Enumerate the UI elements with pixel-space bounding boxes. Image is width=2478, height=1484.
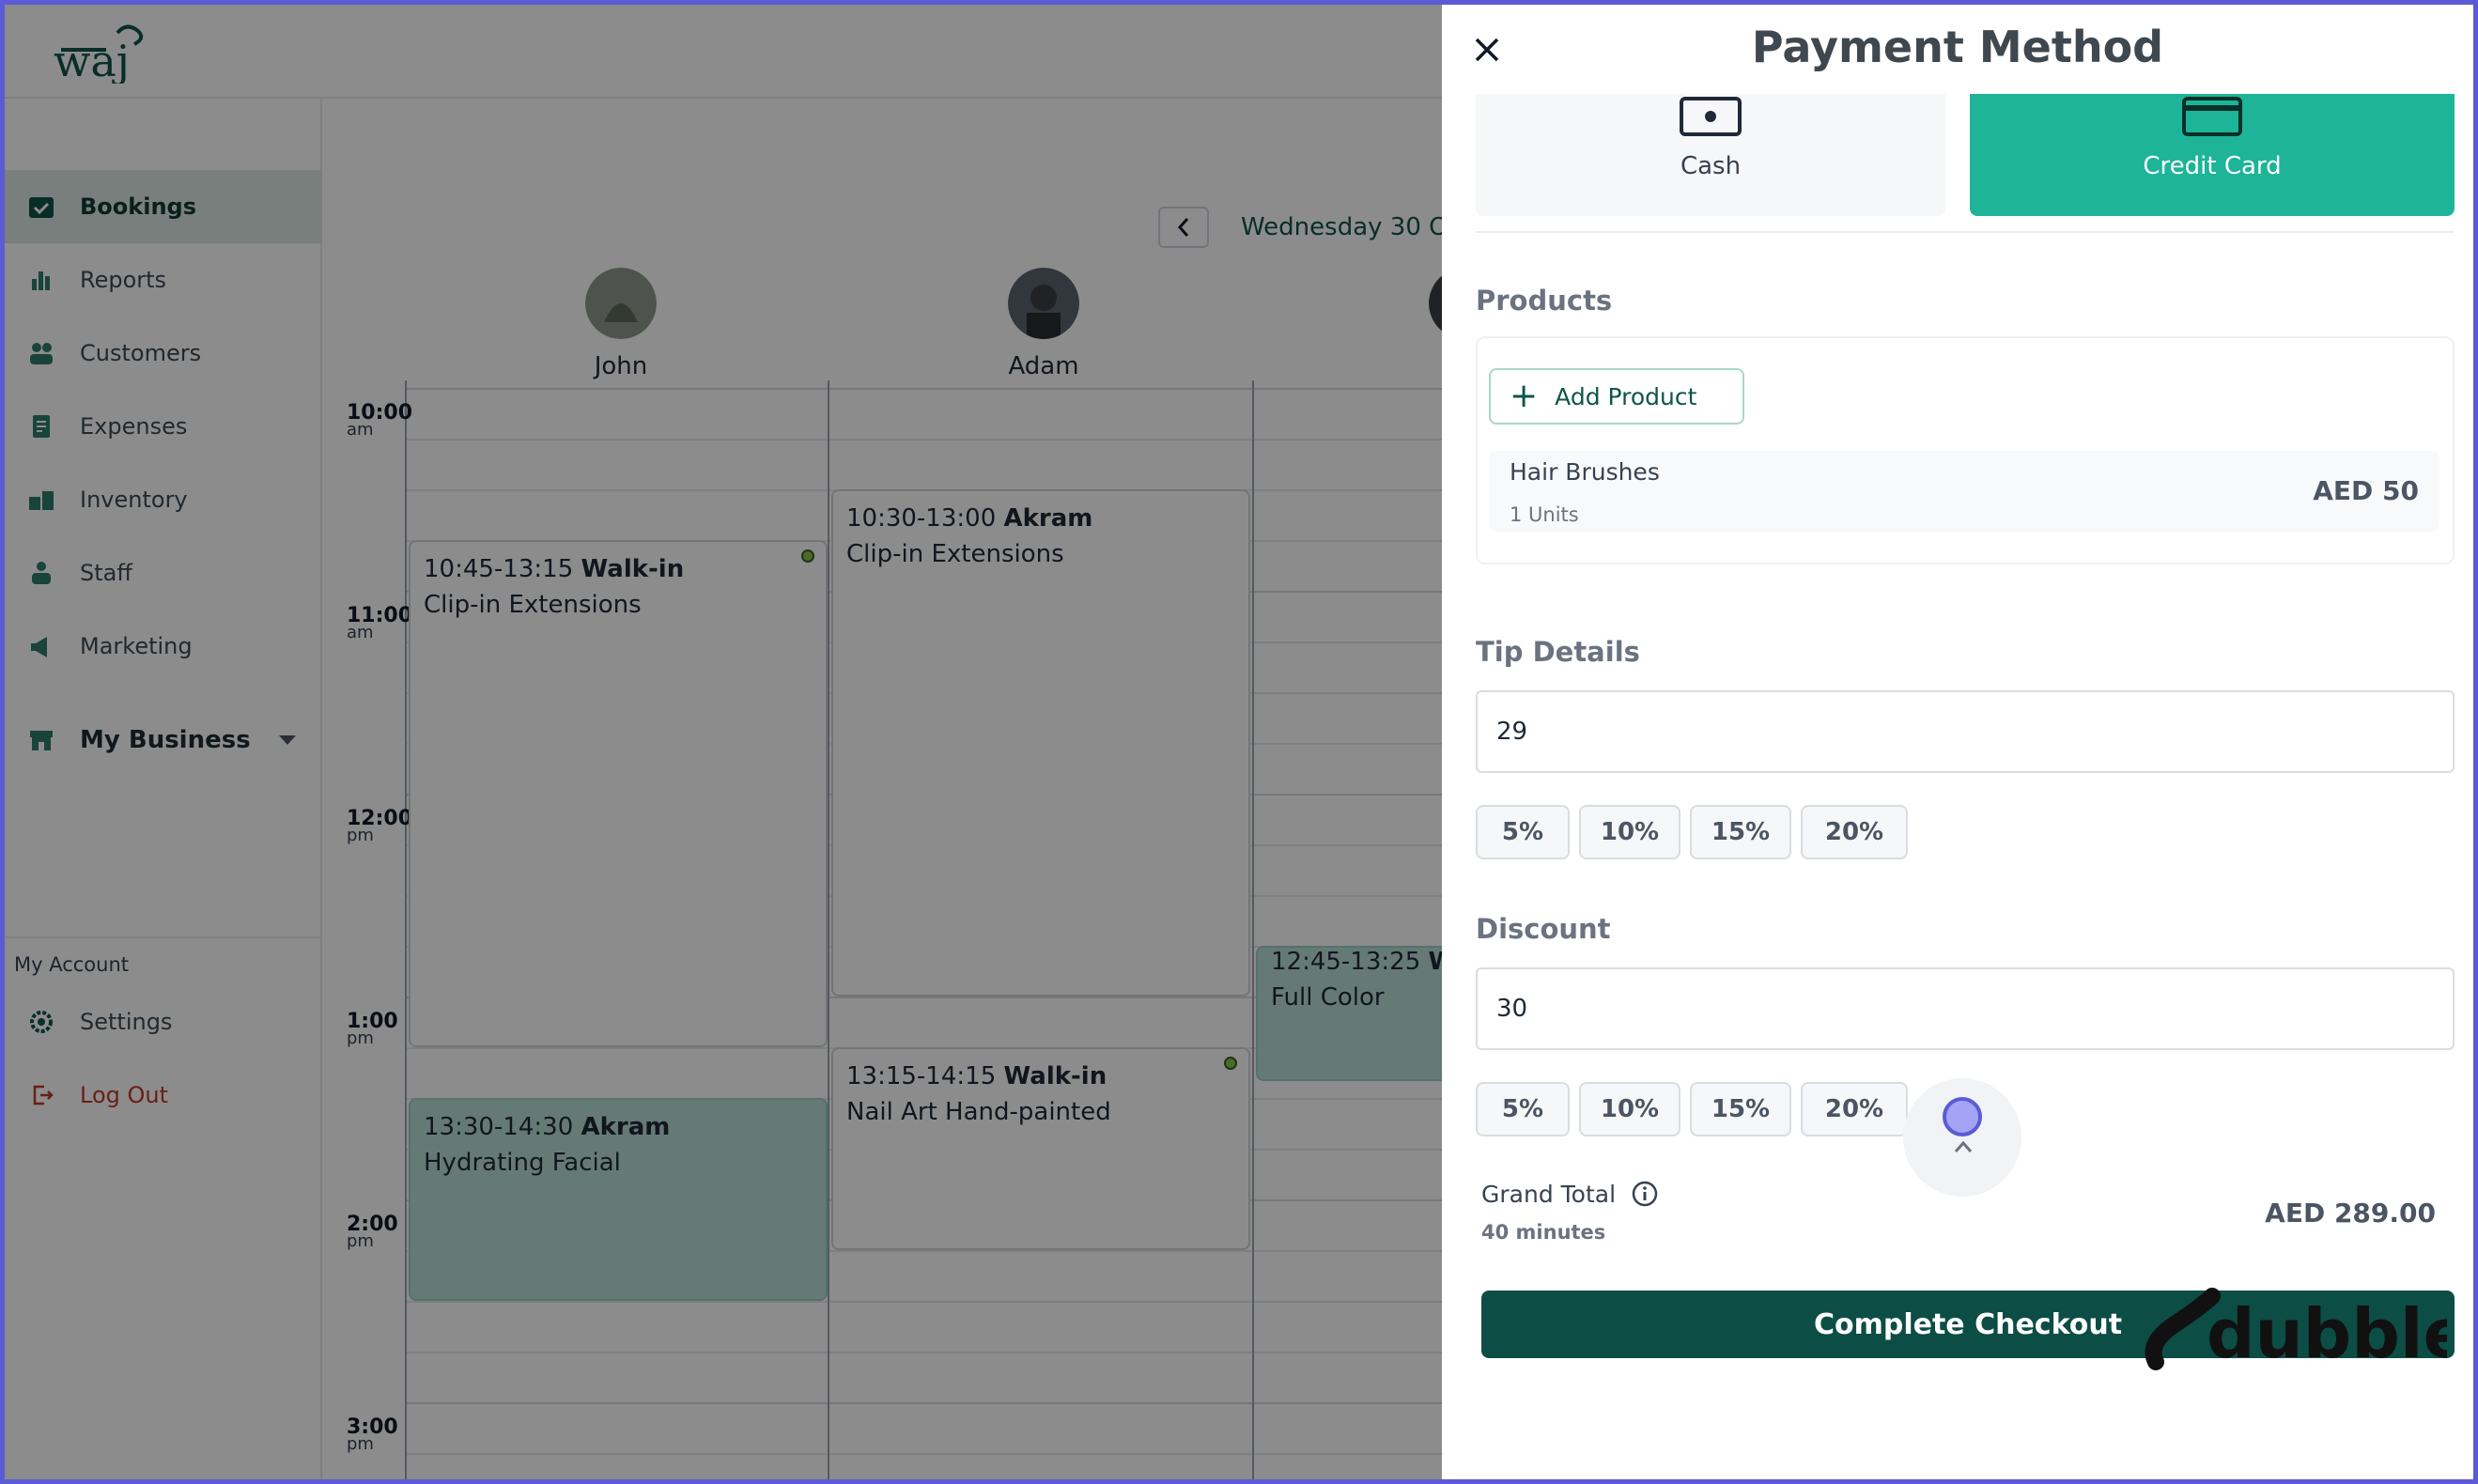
payment-method-label: Cash bbox=[1680, 152, 1742, 180]
discount-input[interactable]: 30 bbox=[1476, 967, 2455, 1050]
close-button[interactable] bbox=[1468, 31, 1506, 69]
discount-title: Discount bbox=[1476, 913, 1611, 945]
grand-total-duration: 40 minutes bbox=[1481, 1221, 1606, 1244]
products-title: Products bbox=[1476, 285, 1613, 317]
svg-text:dubble: dubble bbox=[2207, 1294, 2447, 1373]
add-product-label: Add Product bbox=[1555, 382, 1697, 410]
grand-total-value: AED 289.00 bbox=[2265, 1198, 2436, 1229]
product-row[interactable]: Hair Brushes 1 Units AED 50 bbox=[1489, 451, 2439, 532]
tip-preset-10[interactable]: 10% bbox=[1579, 805, 1680, 859]
products-section: + Add Product Hair Brushes 1 Units AED 5… bbox=[1476, 336, 2455, 564]
credit-card-icon bbox=[2182, 97, 2242, 136]
expand-summary-button[interactable] bbox=[1903, 1078, 2021, 1197]
tip-title: Tip Details bbox=[1476, 636, 1640, 668]
grand-total-label: Grand Total bbox=[1481, 1180, 1659, 1208]
tip-preset-15[interactable]: 15% bbox=[1690, 805, 1791, 859]
close-icon bbox=[1475, 38, 1499, 62]
payment-panel: Payment Method Cash Credit Card Products… bbox=[1442, 5, 2473, 1479]
discount-preset-5[interactable]: 5% bbox=[1476, 1082, 1570, 1136]
background-app: waj Bookings Reports Customers Expenses bbox=[5, 5, 1500, 1479]
tip-preset-5[interactable]: 5% bbox=[1476, 805, 1570, 859]
app-window: waj Bookings Reports Customers Expenses bbox=[5, 5, 2473, 1479]
modal-backdrop[interactable] bbox=[5, 5, 1442, 1479]
product-price: AED 50 bbox=[2313, 475, 2419, 506]
chevron-up-icon bbox=[1954, 1140, 1973, 1152]
discount-presets: 5% 10% 15% 20% bbox=[1476, 1082, 1917, 1136]
discount-preset-15[interactable]: 15% bbox=[1690, 1082, 1791, 1136]
add-product-button[interactable]: + Add Product bbox=[1489, 368, 1744, 425]
divider bbox=[1476, 231, 2455, 233]
panel-scroll-content[interactable]: Cash Credit Card Products + Add Product … bbox=[1442, 94, 2473, 1479]
info-icon[interactable] bbox=[1631, 1180, 1659, 1208]
discount-preset-10[interactable]: 10% bbox=[1579, 1082, 1680, 1136]
payment-method-credit-card[interactable]: Credit Card bbox=[1970, 94, 2455, 216]
tip-input[interactable]: 29 bbox=[1476, 690, 2455, 773]
panel-title: Payment Method bbox=[1751, 22, 2164, 72]
cursor-indicator bbox=[1943, 1097, 1982, 1136]
tip-presets: 5% 10% 15% 20% bbox=[1476, 805, 1917, 859]
product-units: 1 Units bbox=[1510, 503, 1579, 526]
cash-icon bbox=[1680, 97, 1742, 136]
tip-preset-20[interactable]: 20% bbox=[1801, 805, 1908, 859]
product-name: Hair Brushes bbox=[1510, 458, 1660, 486]
payment-method-label: Credit Card bbox=[2143, 152, 2282, 180]
dubble-watermark: dubble bbox=[2145, 1288, 2447, 1373]
payment-method-cash[interactable]: Cash bbox=[1476, 94, 1945, 216]
discount-preset-20[interactable]: 20% bbox=[1801, 1082, 1908, 1136]
plus-icon: + bbox=[1510, 377, 1539, 415]
